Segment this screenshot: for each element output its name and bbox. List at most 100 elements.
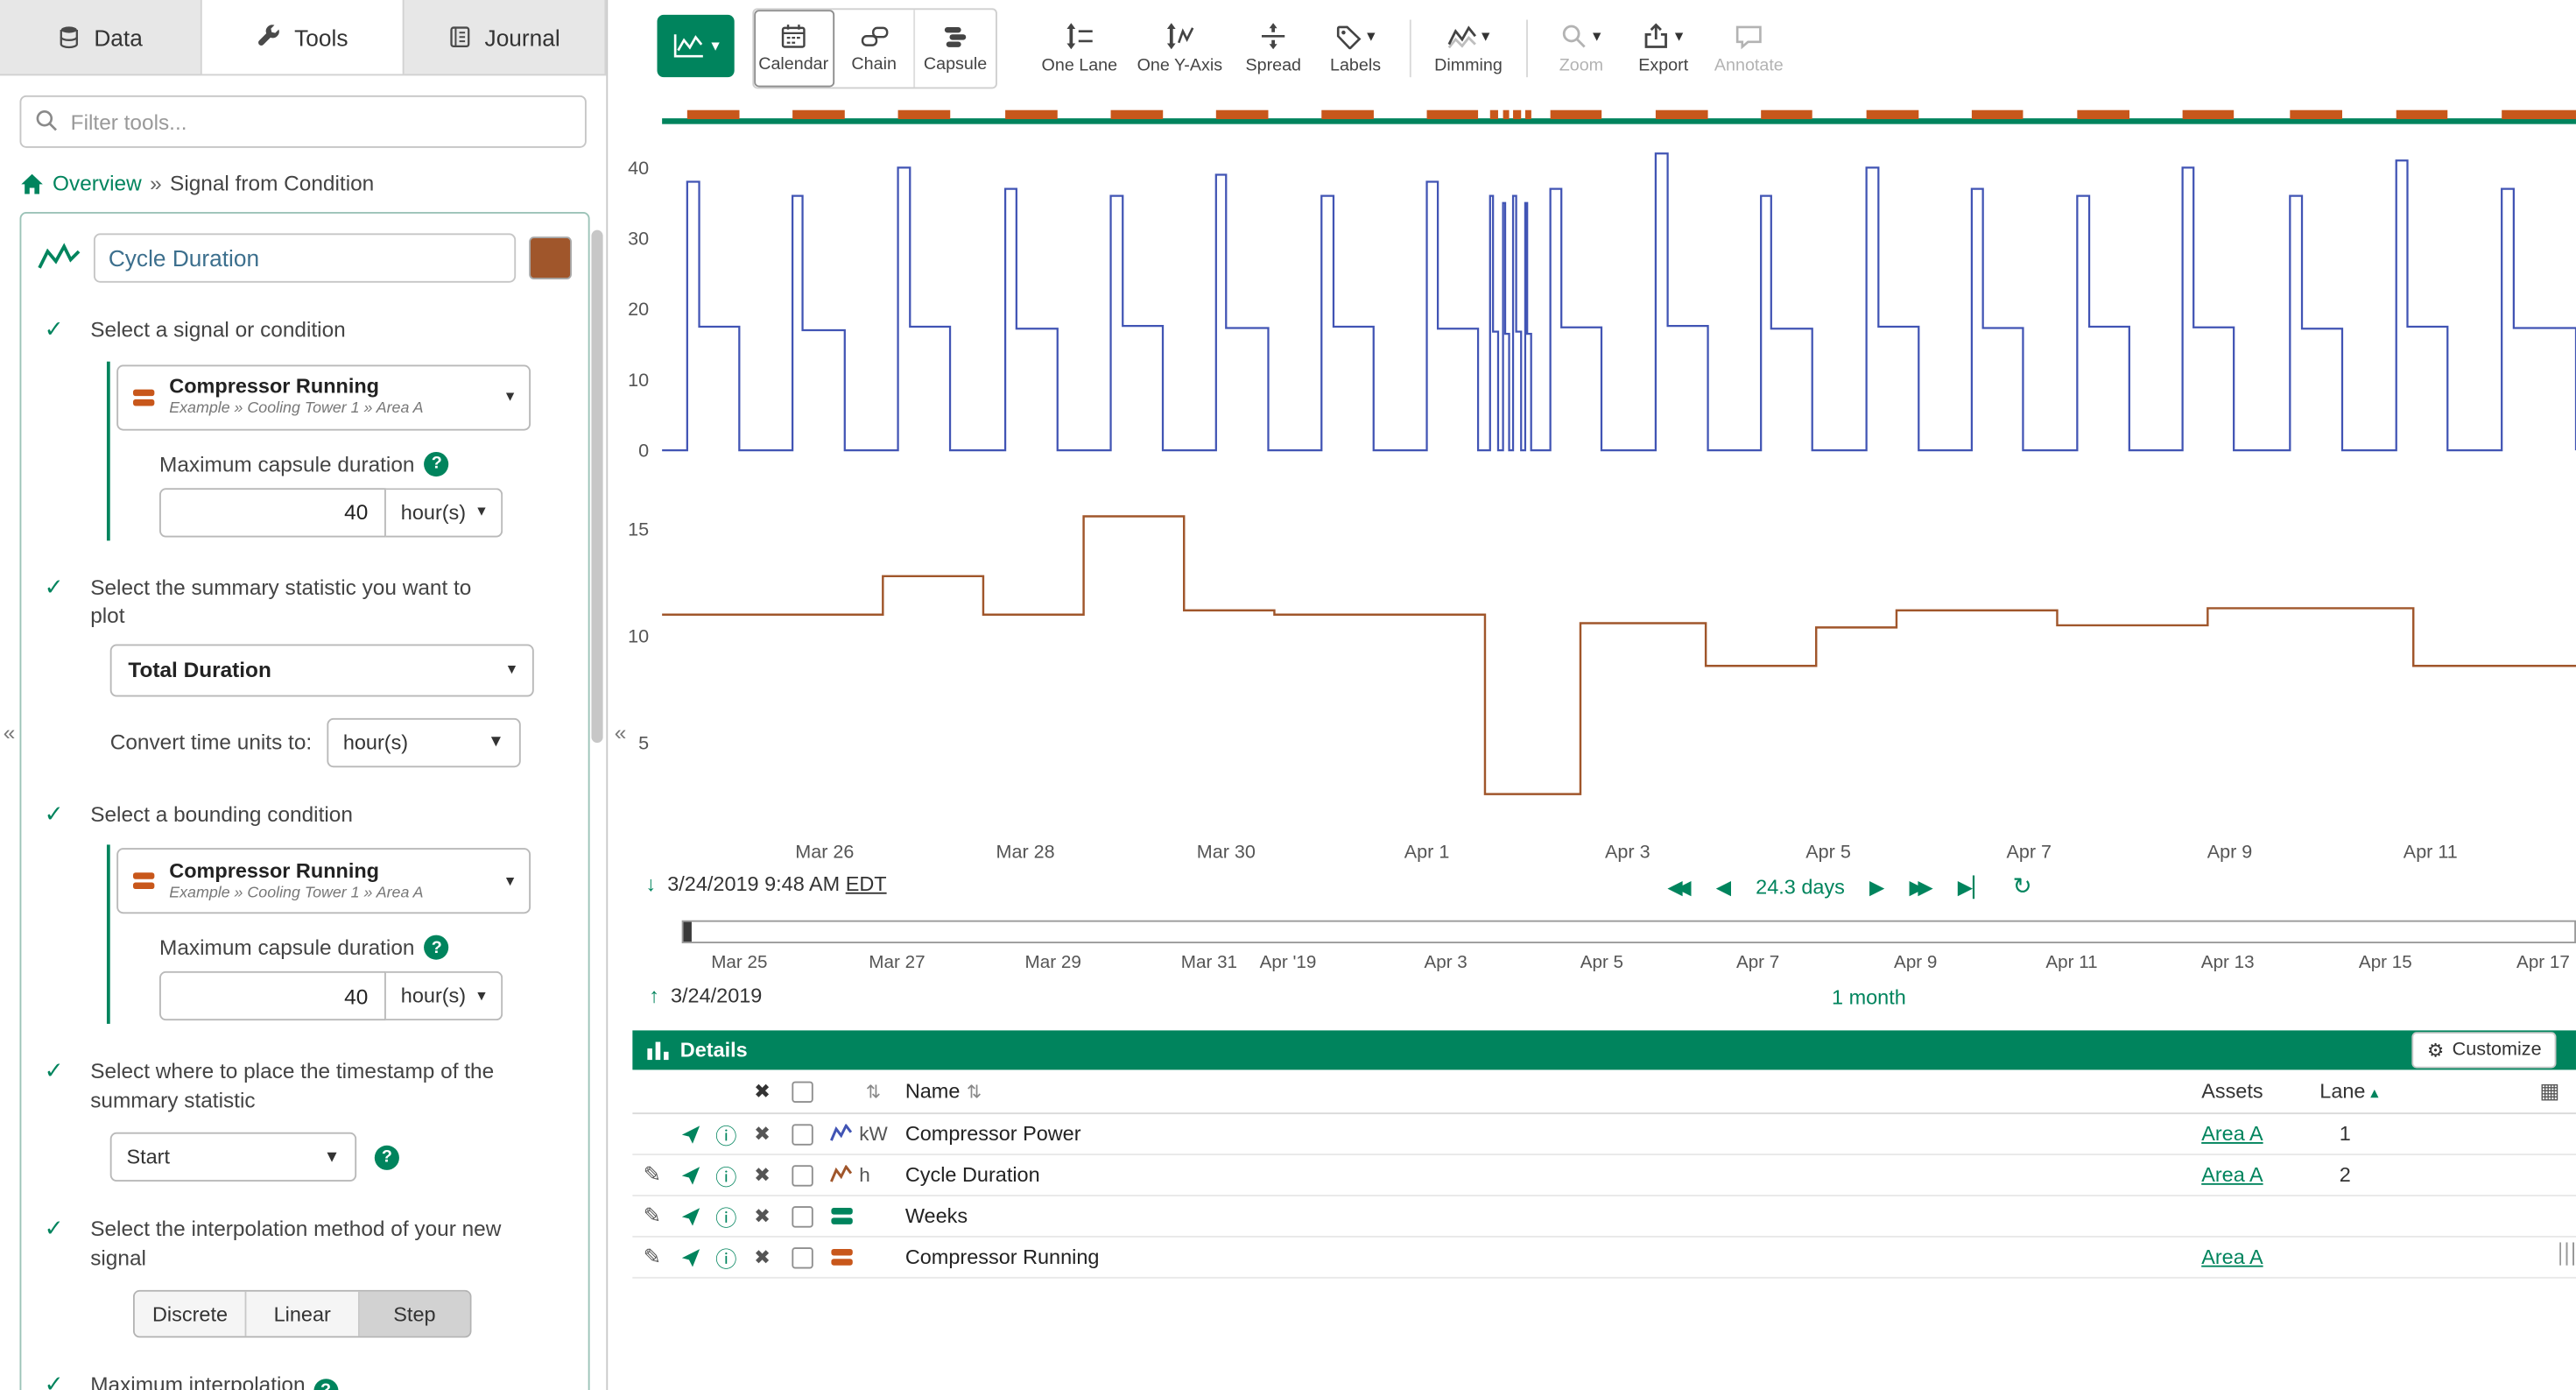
timestamp-row: Start ▼ ?: [110, 1132, 572, 1182]
column-lane[interactable]: Lane: [2319, 1080, 2365, 1103]
tab-tools[interactable]: Tools: [202, 0, 405, 74]
item-name[interactable]: Compressor Running: [905, 1245, 2201, 1268]
step-back-full-icon[interactable]: ◀◀: [1667, 875, 1691, 898]
arrow-up-icon[interactable]: ↑: [649, 984, 659, 1007]
trend-item-icon[interactable]: [672, 1164, 707, 1185]
display-range-start-time[interactable]: 3/24/2019 9:48 AM EDT: [667, 872, 886, 895]
row-checkbox[interactable]: [791, 1164, 812, 1185]
bar-chart-icon: [647, 1041, 668, 1061]
tab-journal-label: Journal: [485, 24, 560, 50]
spread-button[interactable]: Spread: [1232, 8, 1314, 88]
sort-asc-icon[interactable]: ▴: [2370, 1084, 2378, 1103]
step-forward-full-icon[interactable]: ▶▶: [1910, 875, 1933, 898]
labels-button[interactable]: ▾ Labels: [1314, 8, 1397, 88]
trend-item-icon[interactable]: [672, 1123, 707, 1144]
view-mode-dropdown-button[interactable]: ▾: [658, 15, 735, 77]
item-name[interactable]: Weeks: [905, 1204, 2201, 1227]
investigate-range-bar[interactable]: [682, 921, 2576, 943]
timezone-link[interactable]: EDT: [846, 872, 887, 895]
interp-discrete-button[interactable]: Discrete: [135, 1292, 247, 1337]
trend-item-icon[interactable]: [672, 1205, 707, 1226]
timeline-tick-label: Apr '19: [1260, 953, 1317, 973]
refresh-icon[interactable]: ↻: [2013, 872, 2032, 900]
trend-chart-icon: [672, 33, 705, 60]
capsule-view-button[interactable]: Capsule: [915, 10, 996, 87]
bounding-max-unit-select[interactable]: hour(s) ▾: [386, 971, 503, 1020]
help-icon[interactable]: ?: [425, 935, 449, 960]
item-name[interactable]: Compressor Power: [905, 1122, 2201, 1145]
row-checkbox[interactable]: [791, 1123, 812, 1144]
signal-select[interactable]: Compressor Running Example » Cooling Tow…: [116, 364, 531, 430]
tab-journal[interactable]: Journal: [405, 0, 607, 74]
step-to-end-icon[interactable]: ▶▏: [1958, 875, 1988, 898]
chevron-down-icon: ▾: [506, 872, 514, 891]
timestamp-select[interactable]: Start ▼: [110, 1132, 356, 1182]
bounding-condition-select[interactable]: Compressor Running Example » Cooling Tow…: [116, 849, 531, 914]
help-icon[interactable]: ?: [425, 451, 449, 476]
one-lane-button[interactable]: One Lane: [1031, 8, 1127, 88]
select-all-checkbox[interactable]: [791, 1081, 812, 1102]
trend-panel: ▾ Calendar Chain: [632, 0, 2576, 1390]
customize-button[interactable]: ⚙ Customize: [2412, 1032, 2556, 1068]
calendar-view-button[interactable]: Calendar: [754, 10, 834, 87]
bounding-max-duration-input[interactable]: [159, 971, 386, 1020]
range-start-handle[interactable]: [684, 922, 692, 942]
investigate-start-date[interactable]: 3/24/2019: [671, 984, 762, 1007]
trend-item-icon[interactable]: [672, 1246, 707, 1267]
asset-link[interactable]: Area A: [2201, 1163, 2263, 1186]
remove-all-icon[interactable]: ✖: [744, 1080, 780, 1103]
step-back-half-icon[interactable]: ◀: [1716, 875, 1731, 898]
max-capsule-unit-select[interactable]: hour(s) ▾: [386, 487, 503, 536]
chain-view-button[interactable]: Chain: [834, 10, 915, 87]
item-name[interactable]: Cycle Duration: [905, 1163, 2201, 1186]
interp-linear-button[interactable]: Linear: [247, 1292, 359, 1337]
result-name-input[interactable]: [94, 233, 516, 282]
display-range-duration[interactable]: 24.3 days: [1756, 875, 1845, 898]
dimming-button[interactable]: ▾ Dimming: [1425, 8, 1512, 88]
edit-icon[interactable]: ✎: [632, 1244, 672, 1270]
edit-icon[interactable]: ✎: [632, 1162, 672, 1189]
investigate-range-duration[interactable]: 1 month: [1832, 986, 1906, 1009]
help-icon[interactable]: ?: [313, 1379, 338, 1390]
panel-resize-grip[interactable]: [2559, 1242, 2574, 1265]
help-icon[interactable]: ?: [375, 1145, 399, 1169]
one-y-axis-button[interactable]: One Y-Axis: [1127, 8, 1232, 88]
interp-step-button[interactable]: Step: [359, 1292, 469, 1337]
column-chooser-icon[interactable]: ▦: [2523, 1078, 2576, 1104]
color-swatch-button[interactable]: [529, 236, 572, 279]
info-icon[interactable]: ⓘ: [708, 1242, 744, 1274]
collapse-panel-chevron-icon[interactable]: «: [615, 720, 627, 744]
bounding-max-duration-row: hour(s) ▾: [159, 971, 531, 1020]
sort-icon[interactable]: ⇅: [866, 1083, 881, 1103]
remove-icon[interactable]: ✖: [744, 1163, 780, 1186]
remove-icon[interactable]: ✖: [744, 1245, 780, 1268]
tab-data[interactable]: Data: [0, 0, 202, 74]
sort-icon[interactable]: ⇅: [967, 1083, 982, 1103]
asset-link[interactable]: Area A: [2201, 1122, 2263, 1145]
info-icon[interactable]: ⓘ: [708, 1201, 744, 1232]
check-icon: ✓: [45, 1057, 69, 1085]
statistic-select[interactable]: Total Duration ▾: [110, 644, 534, 696]
column-assets[interactable]: Assets: [2201, 1080, 2319, 1103]
info-icon[interactable]: ⓘ: [708, 1118, 744, 1150]
max-capsule-duration-input[interactable]: [159, 487, 386, 536]
step-forward-half-icon[interactable]: ▶: [1869, 875, 1884, 898]
column-name[interactable]: Name: [905, 1080, 961, 1103]
export-button[interactable]: ▾ Export: [1622, 8, 1705, 88]
remove-icon[interactable]: ✖: [744, 1122, 780, 1145]
row-checkbox[interactable]: [791, 1205, 812, 1226]
breadcrumb-overview-link[interactable]: Overview: [53, 171, 142, 195]
trend-chart[interactable]: 01020304051015Mar 26Mar 28Mar 30Apr 1Apr…: [662, 105, 2576, 864]
asset-link[interactable]: Area A: [2201, 1245, 2263, 1268]
remove-icon[interactable]: ✖: [744, 1204, 780, 1227]
edit-icon[interactable]: ✎: [632, 1203, 672, 1229]
filter-tools-input[interactable]: [20, 95, 587, 148]
timeline-tick-label: Mar 27: [869, 953, 925, 973]
home-icon[interactable]: [20, 172, 45, 194]
collapse-left-chevron-icon[interactable]: «: [4, 720, 16, 744]
left-panel-scrollbar[interactable]: [591, 230, 602, 743]
convert-units-select[interactable]: hour(s) ▼: [327, 717, 520, 766]
info-icon[interactable]: ⓘ: [708, 1160, 744, 1191]
arrow-down-icon[interactable]: ↓: [645, 872, 656, 895]
row-checkbox[interactable]: [791, 1246, 812, 1267]
